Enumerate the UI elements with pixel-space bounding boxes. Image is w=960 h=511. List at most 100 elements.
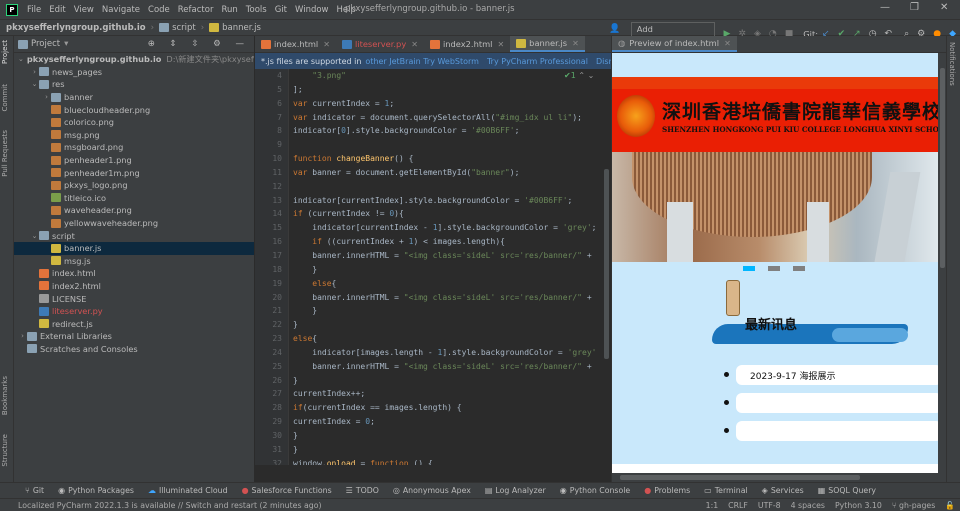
chevron-right-icon[interactable]: › — [42, 93, 51, 101]
tree-item[interactable]: titleico.ico — [14, 192, 254, 205]
code-line[interactable]: var currentIndex = 1; — [293, 97, 603, 111]
toolwindow-python-console[interactable]: ◉ Python Console — [553, 486, 637, 495]
code-line[interactable]: if ((currentIndex + 1) < images.length){ — [293, 235, 603, 249]
code-line[interactable]: else{ — [293, 332, 603, 346]
tree-item[interactable]: ⌄ res — [14, 78, 254, 91]
python-interpreter[interactable]: Python 3.10 — [830, 501, 887, 510]
code-line[interactable]: if (currentIndex != 0){ — [293, 207, 603, 221]
tree-item[interactable]: waveheader.png — [14, 204, 254, 217]
line-separator[interactable]: CRLF — [723, 501, 753, 510]
code-line[interactable]: banner.innerHTML = "<img class='sideL' s… — [293, 291, 603, 305]
status-message[interactable]: Localized PyCharm 2022.1.3 is available … — [0, 501, 701, 510]
code-line[interactable]: window.onload = function () { — [293, 457, 603, 465]
news-item[interactable] — [736, 393, 938, 413]
banner-indicator-dot[interactable] — [768, 265, 780, 271]
close-tab-icon[interactable]: ✕ — [724, 39, 731, 48]
maximize-icon[interactable]: ❐ — [910, 2, 919, 13]
tree-item[interactable]: banner.js — [14, 241, 254, 255]
tree-item[interactable]: msg.js — [14, 255, 254, 268]
minimize-icon[interactable]: — — [880, 2, 890, 13]
chevron-down-icon[interactable]: ⌄ — [30, 80, 39, 88]
code-line[interactable]: } — [293, 318, 603, 332]
tree-item[interactable]: › External Libraries — [14, 330, 254, 343]
breadcrumb-folder[interactable]: script — [156, 23, 199, 33]
menu-item-run[interactable]: Run — [217, 5, 241, 15]
code-line[interactable]: if(currentIndex == images.length) { — [293, 401, 603, 415]
close-tab-icon[interactable]: ✕ — [411, 40, 418, 49]
banner-webstorm-link[interactable]: other JetBrain Try WebStorm — [361, 57, 483, 66]
tree-item[interactable]: pkxys_logo.png — [14, 179, 254, 192]
tree-item[interactable]: index.html — [14, 267, 254, 280]
code-line[interactable]: } — [293, 429, 603, 443]
tree-item[interactable]: msgboard.png — [14, 141, 254, 154]
code-area[interactable]: 4 5 6 7 8 9 10 11 12 13 14 15 16 17 18 19 20 21 22 23 24 25 26… — [255, 69, 611, 465]
close-icon[interactable]: ✕ — [940, 2, 948, 13]
code-line[interactable]: else{ — [293, 277, 603, 291]
chevron-right-icon[interactable]: › — [30, 68, 39, 76]
project-tool-tab[interactable]: Project — [1, 40, 9, 64]
code-line[interactable]: } — [293, 443, 603, 457]
file-encoding[interactable]: UTF-8 — [753, 501, 786, 510]
code-line[interactable]: } — [293, 374, 603, 388]
toolwindow-todo[interactable]: ☰ TODO — [339, 486, 386, 495]
menu-item-tools[interactable]: Tools — [242, 5, 271, 15]
menu-item-file[interactable]: File — [23, 5, 45, 15]
code-line[interactable]: "3.png" — [293, 69, 603, 83]
code-line[interactable]: ]; — [293, 83, 603, 97]
code-line[interactable]: function changeBanner() { — [293, 152, 603, 166]
tree-item[interactable]: penheader1.png — [14, 154, 254, 167]
tree-item[interactable]: ⌄ script — [14, 229, 254, 242]
code-line[interactable]: } — [293, 304, 603, 318]
menu-item-view[interactable]: View — [70, 5, 98, 15]
menu-item-window[interactable]: Window — [291, 5, 333, 15]
preview-horizontal-scrollbar[interactable] — [612, 473, 939, 482]
tab-index2-html[interactable]: index2.html ✕ — [424, 36, 510, 52]
editor-scrollbar[interactable] — [604, 169, 609, 359]
close-tab-icon[interactable]: ✕ — [572, 39, 579, 48]
code-line[interactable] — [293, 138, 603, 152]
tree-item[interactable]: index2.html — [14, 280, 254, 293]
toolwindow-git[interactable]: ⑂ Git — [18, 486, 51, 495]
toolwindow-salesforce-functions[interactable]: ● Salesforce Functions — [235, 486, 339, 495]
code-line[interactable]: banner.innerHTML = "<img class='sideL' s… — [293, 249, 603, 263]
code-line[interactable] — [293, 180, 603, 194]
menu-item-git[interactable]: Git — [271, 5, 291, 15]
breadcrumb-project[interactable]: pkxysefferlyngroup.github.io — [0, 23, 149, 33]
tree-item[interactable]: › news_pages — [14, 66, 254, 79]
code-content[interactable]: "3.png"]; var currentIndex = 1; var indica… — [293, 69, 603, 465]
code-line[interactable]: indicator[currentIndex - 1].style.backgr… — [293, 221, 603, 235]
code-line[interactable]: indicator[images.length - 1].style.backg… — [293, 346, 603, 360]
bookmarks-tool-tab[interactable]: Bookmarks — [1, 376, 9, 415]
toolwindow-problems[interactable]: ● Problems — [637, 486, 697, 495]
toolwindow-python-packages[interactable]: ◉ Python Packages — [51, 486, 141, 495]
inspection-widget[interactable]: ✔1 ⌃ ⌄ — [564, 71, 594, 80]
tree-item[interactable]: penheader1m.png — [14, 166, 254, 179]
code-line[interactable]: var banner = document.getElementById("ba… — [293, 166, 603, 180]
menu-item-edit[interactable]: Edit — [45, 5, 69, 15]
close-tab-icon[interactable]: ✕ — [497, 40, 504, 49]
banner-dismiss-link[interactable]: Dismiss — [592, 57, 611, 66]
git-branch[interactable]: ⑂ gh-pages — [887, 501, 940, 510]
toolwindow-soql-query[interactable]: ▦ SOQL Query — [811, 486, 883, 495]
tree-item[interactable]: ⌄ pkxysefferlyngroup.github.io D:\新建文件夹\pk… — [14, 53, 254, 66]
chevron-down-icon[interactable]: ⌄ — [18, 55, 24, 63]
structure-tool-tab[interactable]: Structure — [1, 434, 9, 467]
code-line[interactable]: banner.innerHTML = "<img class='sideL' s… — [293, 360, 603, 374]
tree-item[interactable]: yellowwaveheader.png — [14, 217, 254, 230]
tab-banner-js[interactable]: banner.js ✕ — [510, 36, 585, 52]
caret-position[interactable]: 1:1 — [701, 501, 724, 510]
project-panel-actions[interactable]: ⊕ ⇕ ⇳ ⚙ — — [148, 39, 250, 49]
tree-item[interactable]: msg.png — [14, 129, 254, 142]
code-line[interactable]: var indicator = document.querySelectorAl… — [293, 111, 603, 125]
menu-item-refactor[interactable]: Refactor — [174, 5, 218, 15]
tab-preview-index[interactable]: ◍ Preview of index.html ✕ — [612, 36, 737, 52]
toolwindow-services[interactable]: ◈ Services — [755, 486, 811, 495]
code-line[interactable]: indicator[0].style.backgroundColor = '#0… — [293, 124, 603, 138]
preview-vertical-scrollbar[interactable] — [939, 53, 946, 473]
news-item[interactable]: 2023-9-17 海报展示 — [736, 365, 938, 385]
chevron-down-icon[interactable]: ▾ — [64, 39, 68, 49]
tree-item[interactable]: redirect.js — [14, 317, 254, 330]
tab-liteserver-py[interactable]: liteserver.py ✕ — [336, 36, 424, 52]
chevron-down-icon[interactable]: ⌄ — [30, 232, 39, 240]
tab-index-html[interactable]: index.html ✕ — [255, 36, 336, 52]
